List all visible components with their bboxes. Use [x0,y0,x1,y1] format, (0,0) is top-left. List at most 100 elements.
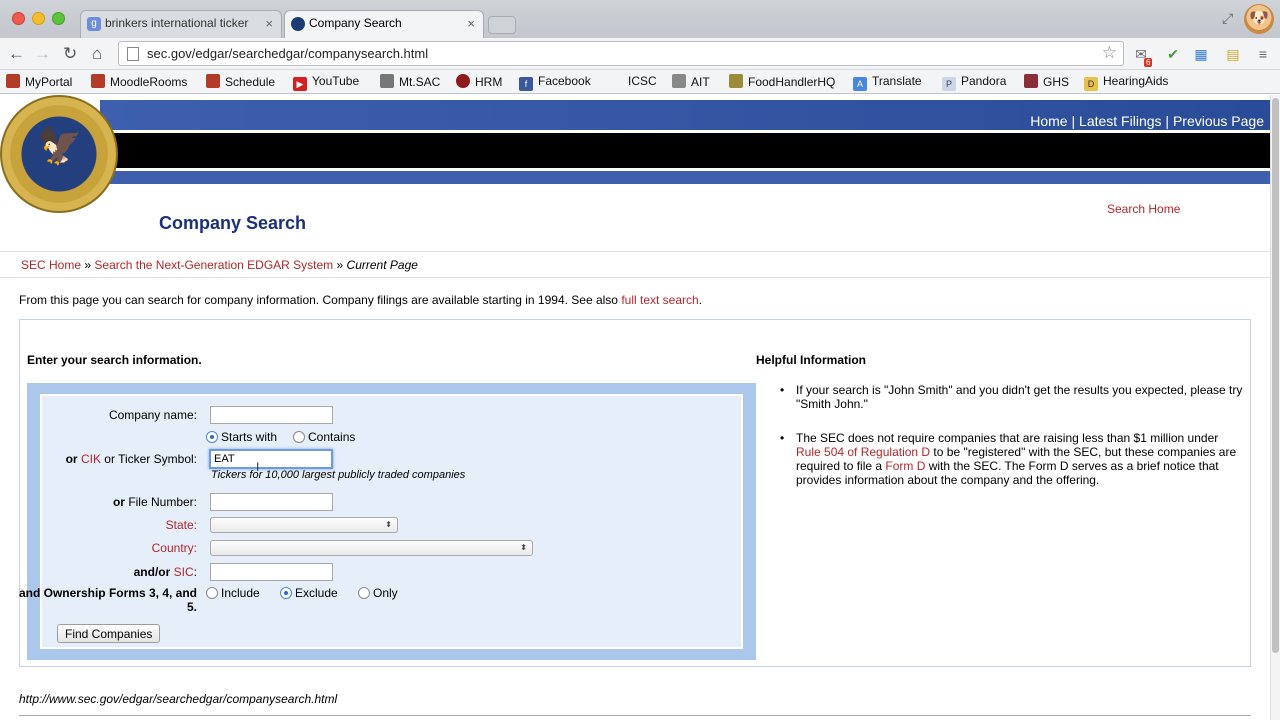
country-select[interactable]: ⬍ [210,540,533,556]
bookmark-hrm[interactable]: HRM [456,74,502,89]
bookmark-facebook[interactable]: f Facebook [519,74,591,91]
cik-ticker-input[interactable] [209,449,333,469]
breadcrumb-separator: » [336,258,344,272]
close-window-button[interactable] [12,12,25,25]
menu-icon[interactable]: ≡ [1254,46,1272,62]
close-tab-icon[interactable]: × [467,16,475,31]
reload-icon[interactable]: ↻ [63,44,77,64]
help-list: If your search is "John Smith" and you d… [780,383,1246,507]
footer-url: http://www.sec.gov/edgar/searchedgar/com… [19,692,338,706]
page-scrollbar[interactable] [1270,95,1280,720]
sic-link[interactable]: SIC [174,565,194,579]
state-select[interactable]: ⬍ [210,517,398,533]
header-band-bottom [100,171,1270,184]
sec-seal-logo[interactable]: 🦅 [0,95,118,213]
bookmark-youtube[interactable]: ▶ YouTube [293,74,359,91]
sic-input[interactable] [210,563,333,581]
zoom-window-button[interactable] [52,12,65,25]
rule-504-link[interactable]: Rule 504 of Regulation D [796,445,930,459]
bookmark-translate[interactable]: A Translate [853,74,922,91]
chart-extension-icon[interactable]: ▤ [1224,46,1242,62]
bookmark-mtsac[interactable]: Mt.SAC [380,74,440,89]
bookmark-myportal[interactable]: MyPortal [6,74,72,89]
header-home-link[interactable]: Home [1030,113,1067,129]
forward-arrow-icon[interactable]: → [34,44,51,64]
breadcrumb-separator: » [84,258,92,272]
previous-page-link[interactable]: Previous Page [1173,113,1264,129]
country-label[interactable]: Country: [17,541,197,555]
bookmark-schedule[interactable]: Schedule [206,74,275,89]
tab-brinkers-search[interactable]: g brinkers international ticker × [80,10,282,38]
browser-toolbar: ← → ↻ ⌂ sec.gov/edgar/searchedgar/compan… [0,38,1280,70]
bookmark-hearingaids[interactable]: D HearingAids [1084,74,1168,91]
starts-with-radio[interactable]: Starts with [206,430,277,444]
bookmark-icon [456,74,470,88]
sic-colon: : [193,565,197,579]
form-d-link[interactable]: Form D [885,459,925,473]
back-arrow-icon[interactable]: ← [8,44,25,64]
only-radio[interactable]: Only [358,586,398,600]
intro-text: From this page you can search for compan… [19,293,702,307]
company-name-input[interactable] [210,406,333,424]
profile-avatar[interactable]: 🐶 [1244,4,1274,34]
form-heading: Enter your search information. [27,353,202,367]
new-tab-button[interactable] [488,16,516,34]
bookmark-icon [6,74,20,88]
eagle-icon: 🦅 [37,125,83,166]
bookmark-label: GHS [1043,75,1070,89]
radio-empty-icon [358,587,370,599]
contains-radio[interactable]: Contains [293,430,355,444]
bookmark-ghs[interactable]: GHS [1024,74,1069,89]
bookmark-icon [729,74,743,88]
bookmark-label: AIT [691,75,710,89]
divider [0,251,1270,252]
bookmark-moodlerooms[interactable]: MoodleRooms [91,74,187,89]
scroll-thumb[interactable] [1272,98,1279,653]
intro-end: . [698,293,703,307]
radio-selected-icon [280,587,292,599]
radio-label: Exclude [295,586,338,600]
full-text-search-link[interactable]: full text search [621,293,698,307]
bookmark-ait[interactable]: AIT [672,74,710,89]
close-tab-icon[interactable]: × [265,16,273,31]
state-label[interactable]: State: [17,518,197,532]
footer-divider [19,715,1251,716]
header-links: Home | Latest Filings | Previous Page [1030,113,1264,129]
breadcrumb: SEC Home » Search the Next-Generation ED… [21,258,418,272]
divider [0,277,1270,278]
radio-empty-icon [293,431,305,443]
bookmark-icsc[interactable]: ICSC [628,74,657,88]
mail-count-badge: 6 [1144,58,1153,67]
exclude-radio[interactable]: Exclude [280,586,338,600]
search-home-link[interactable]: Search Home [1107,202,1180,216]
breadcrumb-next-gen-edgar[interactable]: Search the Next-Generation EDGAR System [94,258,333,272]
address-bar[interactable]: sec.gov/edgar/searchedgar/companysearch.… [118,41,1124,66]
bookmark-pandora[interactable]: P Pandora [942,74,1006,91]
tab-company-search[interactable]: Company Search × [284,10,484,38]
file-label: File Number: [128,495,197,509]
translate-extension-icon[interactable]: ▦ [1192,46,1210,62]
bookmark-icon [206,74,220,88]
breadcrumb-sec-home[interactable]: SEC Home [21,258,81,272]
bookmark-star-icon[interactable]: ☆ [1102,43,1117,63]
home-icon[interactable]: ⌂ [92,44,102,64]
tab-strip: g brinkers international ticker × Compan… [0,0,1280,38]
fullscreen-icon[interactable]: ⤢ [1222,10,1233,27]
radio-label: Include [221,586,260,600]
include-radio[interactable]: Include [206,586,260,600]
cik-link[interactable]: CIK [81,452,101,466]
sic-label: and/or SIC: [17,565,197,579]
latest-filings-link[interactable]: Latest Filings [1079,113,1161,129]
checkmark-icon[interactable]: ✔ [1164,46,1182,62]
minimize-window-button[interactable] [32,12,45,25]
file-number-label: or File Number: [17,495,197,509]
sec-seal-icon [291,17,305,31]
bookmark-label: Translate [872,74,922,88]
bookmark-foodhandlerhq[interactable]: FoodHandlerHQ [729,74,835,89]
intro-body: From this page you can search for compan… [19,293,622,307]
radio-label: Contains [308,430,356,444]
tab-label: brinkers international ticker [105,16,249,30]
page-icon [127,47,139,61]
file-number-input[interactable] [210,493,333,511]
find-companies-button[interactable]: Find Companies [57,624,161,643]
